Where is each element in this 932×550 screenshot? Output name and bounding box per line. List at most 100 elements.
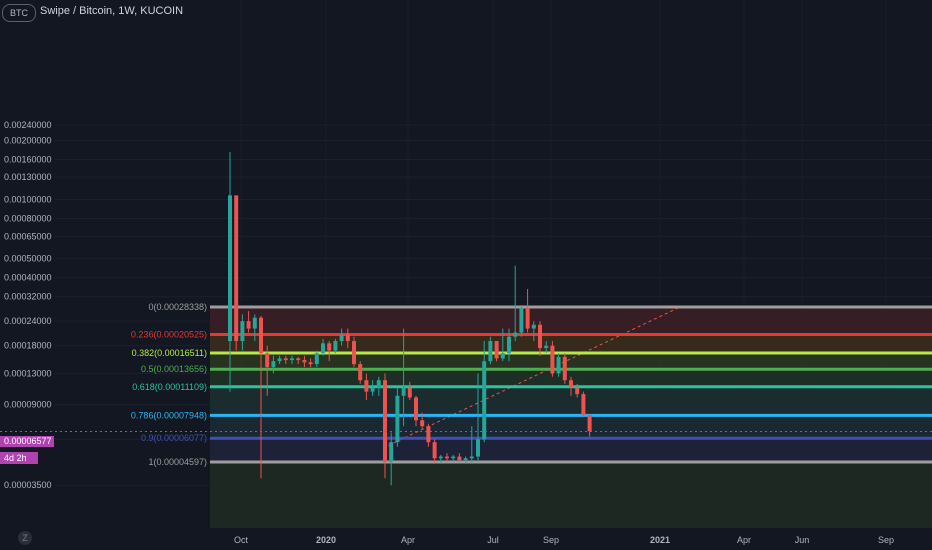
x-tick-label: 2021 [650,535,670,545]
candle-body [538,324,542,349]
candle-body [587,414,592,432]
candle-body [240,321,245,342]
current-price-label: 0.00006577 [0,436,54,447]
candle-body [507,336,511,354]
candle-body [265,353,270,368]
candle-body [302,360,307,363]
candle-body [575,387,580,395]
candle-body [550,345,555,374]
candle-body [395,395,400,443]
candle-body [259,317,263,354]
candle-body [482,361,487,440]
candle-body [321,343,325,354]
x-tick-label: Jun [795,535,810,545]
x-tick-label: Sep [878,535,894,545]
currency-badge[interactable]: BTC [2,4,36,22]
price-chart[interactable]: 0(0.00028338) 0.236(0.00020525) 0.382(0.00… [0,0,932,550]
x-tick-label: Apr [401,535,415,545]
candle-body [370,387,375,392]
fib-zone [210,415,932,439]
candle-body [308,362,313,365]
candle-body [426,426,431,443]
candle-body [290,358,294,361]
fib-level-label: 0.236(0.00020525) [131,329,207,339]
candle-body [352,341,356,365]
candle-body [531,324,536,329]
fib-level-label: 0.9(0.00006077) [141,433,207,443]
candle-body [252,317,257,329]
candle-body [438,456,443,459]
x-tick-label: Sep [543,535,559,545]
fib-zone [210,307,932,335]
candle-body [327,343,332,351]
y-tick-label: 0.00040000 [4,273,52,283]
x-tick-label: 2020 [316,535,336,545]
candle-body [562,356,567,381]
fibonacci-retracement: 0(0.00028338) 0.236(0.00020525) 0.382(0.00… [131,302,932,528]
candle-body [271,361,276,368]
candle-body [513,332,518,337]
candle-body [376,380,381,388]
candle-body [519,308,524,333]
candle-body [277,358,282,362]
candle-body [451,456,456,459]
candle-body [383,380,387,462]
candle-body [469,456,474,459]
candle-body [339,334,344,342]
candle-body [358,364,363,381]
candle-body [488,341,493,362]
candle-body [345,334,350,342]
y-tick-label: 0.00013000 [4,368,52,378]
time-axis: Oct 2020 Apr Jul Sep 2021 Apr Jun Sep [234,535,894,545]
candle-body [314,353,319,365]
candle-body [544,345,549,349]
fib-zone [210,438,932,462]
candle-body [333,341,338,351]
chart-title: Swipe / Bitcoin, 1W, KUCOIN [40,5,184,17]
candle-body [556,356,561,374]
candle-body [420,420,425,427]
candle-body [581,394,586,415]
y-tick-label: 0.00024000 [4,316,52,326]
candle-body [414,397,418,421]
y-tick-label: 0.00032000 [4,292,52,302]
candle-body [234,195,239,342]
candle-body [246,321,251,329]
y-tick-label: 0.00160000 [4,154,52,164]
y-tick-label: 0.00200000 [4,135,52,145]
y-tick-label: 0.00009000 [4,400,52,410]
zoom-reset-button[interactable]: Z [18,531,32,545]
y-tick-label: 0.00018000 [4,341,52,351]
candle-body [364,380,369,392]
y-tick-label: 0.00130000 [4,172,52,182]
fib-zone [210,462,932,528]
candle-body [494,341,499,359]
fib-level-label: 1(0.00004597) [148,457,207,467]
y-tick-label: 0.00065000 [4,231,52,241]
price-axis: 0.00240000 0.00200000 0.00160000 0.00130000… [4,120,52,490]
candle-body [500,353,505,359]
candle-body [525,308,530,329]
fib-zone [210,334,932,354]
candle-body [407,387,412,398]
candle-body [228,195,232,342]
candle-body [569,380,573,388]
x-tick-label: Apr [737,535,751,545]
candle-body [445,456,449,459]
x-tick-label: Oct [234,535,249,545]
candle-body [476,439,480,457]
fib-level-label: 0.5(0.00013656) [141,364,207,374]
bar-countdown: 4d 2h [0,452,38,464]
candle-body [389,442,394,462]
y-tick-label: 0.00080000 [4,214,52,224]
y-tick-label: 0.00240000 [4,120,52,130]
y-tick-label: 0.00003500 [4,480,52,490]
y-tick-label: 0.00100000 [4,195,52,205]
fib-level-label: 0.618(0.00011109) [132,382,207,392]
y-tick-label: 0.00050000 [4,254,52,264]
candle-body [296,358,301,361]
fib-level-label: 0.382(0.00016511) [132,348,207,358]
candle-body [463,458,468,461]
candle-body [401,387,406,396]
candle-body [283,358,288,361]
